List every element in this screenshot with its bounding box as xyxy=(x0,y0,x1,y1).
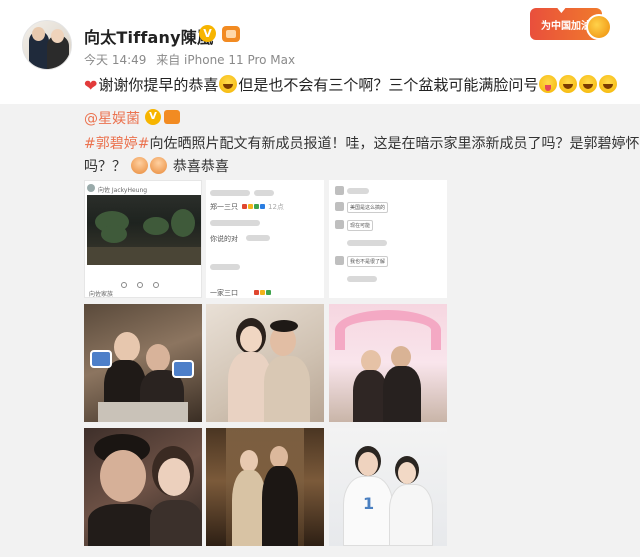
image-thumbnail-5[interactable] xyxy=(206,304,324,422)
image-thumbnail-4[interactable] xyxy=(84,304,202,422)
weibo-post: 向太Tiffany陳嵐 V 今天 14:49 来自 iPhone 11 Pro … xyxy=(0,0,640,557)
laugh-emoji-icon xyxy=(219,75,238,93)
action-icons xyxy=(121,273,171,288)
repost-text: #郭碧婷#向佐晒照片配文有新成员报道！哇，这是在暗示家里添新成员了吗？是郭碧婷怀… xyxy=(84,133,640,153)
image-thumbnail-3[interactable]: 美国是这么搞的 现在可能 我也不是很了解 xyxy=(329,180,447,298)
image-thumbnail-2[interactable]: 郑一三只 12点 你说的对 一家三口 xyxy=(206,180,324,298)
repost-text-line2: 吗？？ 恭喜恭喜 xyxy=(84,156,229,176)
tile-footer: 向佐家族 xyxy=(89,291,114,298)
member-icon xyxy=(222,26,240,42)
heart-icon: ❤ xyxy=(84,76,98,95)
laugh-emoji-icon xyxy=(559,75,578,93)
image-thumbnail-6[interactable] xyxy=(329,304,447,422)
post-text-part1: 谢谢你提早的恭喜 xyxy=(98,76,219,94)
post-text-part2: 但是也不会有三个啊？三个盆栽可能满脸问号 xyxy=(238,76,539,94)
repost-text-line1: 向佐晒照片配文有新成员报道！哇，这是在暗示家里添新成员了吗？是郭碧婷怀孕了 xyxy=(149,136,640,152)
tile-text-b: 你说的对 xyxy=(210,235,238,243)
tongue-emoji-icon xyxy=(539,75,558,93)
post-meta: 今天 14:49 来自 iPhone 11 Pro Max xyxy=(84,51,301,68)
post-text: ❤谢谢你提早的恭喜 但是也不会有三个啊？三个盆栽可能满脸问号 xyxy=(84,74,618,95)
tile-text-a: 郑一三只 xyxy=(210,203,238,211)
laugh-emoji-icon xyxy=(579,75,598,93)
chat-bubble-b: 现在可能 xyxy=(347,220,374,231)
avatar-icon[interactable] xyxy=(22,20,72,70)
hashtag-link[interactable]: #郭碧婷# xyxy=(84,136,149,152)
tile-count-a: 12点 xyxy=(268,203,284,211)
post-time[interactable]: 今天 14:49 xyxy=(84,53,146,67)
tile-text-c: 一家三口 xyxy=(210,289,238,297)
bonsai-photo xyxy=(87,195,201,265)
repost-text-congrats: 恭喜恭喜 xyxy=(172,159,229,175)
image-thumbnail-1[interactable]: 向佐 JackyHeung 向佐家族 xyxy=(84,180,202,298)
repost-author[interactable]: @星娱菌 xyxy=(84,108,140,128)
post-source: 来自 iPhone 11 Pro Max xyxy=(156,53,296,67)
tile-handle: 向佐 JackyHeung xyxy=(98,187,148,194)
chat-bubble-c: 我也不是很了解 xyxy=(347,256,389,267)
image-thumbnail-9[interactable]: 1 xyxy=(329,428,447,546)
globe-icon xyxy=(586,14,612,40)
cheer-emoji-icon xyxy=(150,157,168,174)
laugh-emoji-icon xyxy=(599,75,618,93)
image-thumbnail-8[interactable] xyxy=(206,428,324,546)
image-thumbnail-7[interactable] xyxy=(84,428,202,546)
avatar-icon xyxy=(87,184,95,192)
chat-bubble-a: 美国是这么搞的 xyxy=(347,202,389,213)
repost-text-question: 吗？？ xyxy=(84,159,126,175)
cheer-emoji-icon xyxy=(131,157,149,174)
author-name[interactable]: 向太Tiffany陳嵐 xyxy=(84,24,213,48)
verified-icon: V xyxy=(199,25,216,42)
member-icon xyxy=(164,110,180,124)
verified-icon: V xyxy=(145,109,161,125)
heart-icon: ♥ xyxy=(556,2,567,16)
